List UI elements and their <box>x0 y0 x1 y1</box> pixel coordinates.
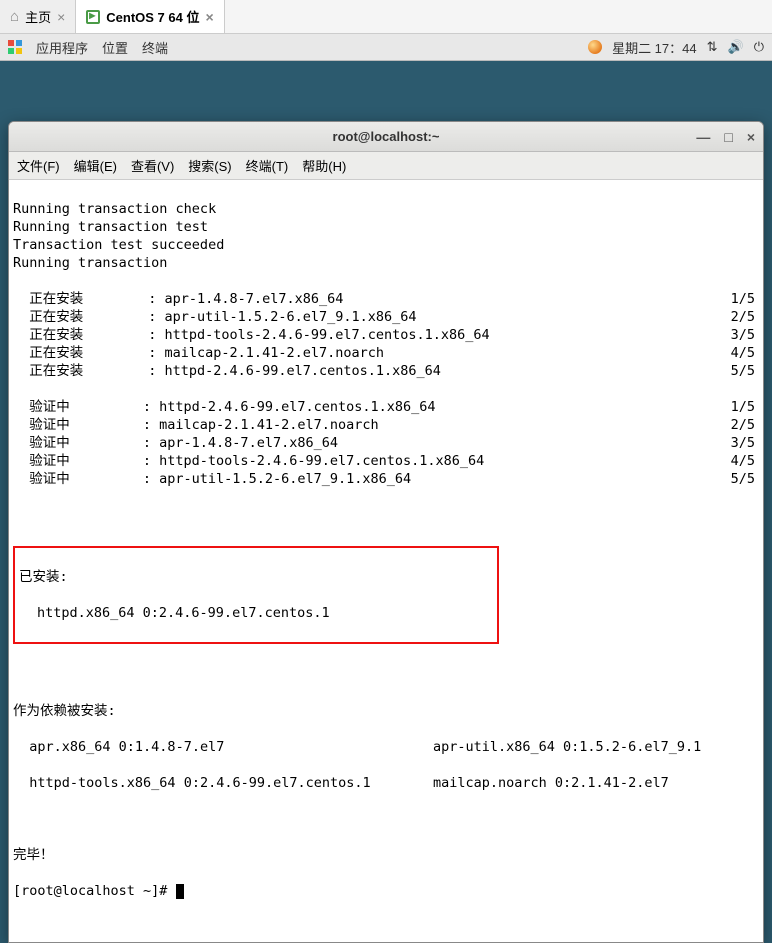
blank-line <box>13 666 759 684</box>
transaction-row: 正在安装 : httpd-2.4.6-99.el7.centos.1.x86_6… <box>13 362 759 380</box>
topbar-terminal[interactable]: 终端 <box>142 38 168 57</box>
installed-package: httpd.x86_64 0:2.4.6-99.el7.centos.1 <box>19 604 493 622</box>
window-title: root@localhost:~ <box>333 129 440 144</box>
vm-tab-bar: ⌂ 主页 × CentOS 7 64 位 × <box>0 0 772 34</box>
vm-tab-centos[interactable]: CentOS 7 64 位 × <box>76 0 224 33</box>
close-icon[interactable]: × <box>205 9 213 25</box>
cursor <box>176 884 184 899</box>
done-line: 完毕！ <box>13 846 759 864</box>
transaction-row: 正在安装 : mailcap-2.1.41-2.el7.noarch4/5 <box>13 344 759 362</box>
vm-tab-home[interactable]: ⌂ 主页 × <box>0 0 76 33</box>
terminal-body[interactable]: Running transaction checkRunning transac… <box>9 180 763 942</box>
gnome-topbar: 应用程序 位置 终端 星期二 17：44 ⇅ 🔊 ⏻ <box>0 34 772 61</box>
output-line: Transaction test succeeded <box>13 236 759 254</box>
blank-line <box>13 506 759 524</box>
menu-search[interactable]: 搜索(S) <box>188 156 231 175</box>
volume-icon[interactable]: 🔊 <box>728 39 744 55</box>
menu-terminal[interactable]: 终端(T) <box>246 156 289 175</box>
transaction-row: 正在安装 : httpd-tools-2.4.6-99.el7.centos.1… <box>13 326 759 344</box>
installed-highlight-box: 已安装: httpd.x86_64 0:2.4.6-99.el7.centos.… <box>13 546 499 644</box>
transaction-row: 验证中 : httpd-2.4.6-99.el7.centos.1.x86_64… <box>13 398 759 416</box>
deps-header: 作为依赖被安装: <box>13 702 759 720</box>
home-icon: ⌂ <box>10 8 19 25</box>
transaction-row: 验证中 : apr-util-1.5.2-6.el7_9.1.x86_645/5 <box>13 470 759 488</box>
terminal-menubar: 文件(F) 编辑(E) 查看(V) 搜索(S) 终端(T) 帮助(H) <box>9 152 763 180</box>
transaction-row: 验证中 : httpd-tools-2.4.6-99.el7.centos.1.… <box>13 452 759 470</box>
topbar-datetime[interactable]: 星期二 17：44 <box>612 38 697 57</box>
transaction-row: 验证中 : apr-1.4.8-7.el7.x86_643/5 <box>13 434 759 452</box>
blank-line <box>13 810 759 828</box>
activities-icon <box>8 40 22 54</box>
vm-icon <box>86 10 100 24</box>
menu-help[interactable]: 帮助(H) <box>302 156 346 175</box>
menu-file[interactable]: 文件(F) <box>17 156 60 175</box>
transaction-row: 正在安装 : apr-util-1.5.2-6.el7_9.1.x86_642/… <box>13 308 759 326</box>
notification-icon[interactable] <box>588 40 602 54</box>
maximize-button[interactable]: □ <box>724 129 732 145</box>
deps-row: apr.x86_64 0:1.4.8-7.el7apr-util.x86_64 … <box>13 738 759 756</box>
terminal-window: root@localhost:~ — □ × 文件(F) 编辑(E) 查看(V)… <box>8 121 764 943</box>
network-icon[interactable]: ⇅ <box>707 39 718 55</box>
output-line: Running transaction <box>13 254 759 272</box>
topbar-applications[interactable]: 应用程序 <box>36 38 88 57</box>
transaction-row: 正在安装 : apr-1.4.8-7.el7.x86_641/5 <box>13 290 759 308</box>
minimize-button[interactable]: — <box>696 129 710 145</box>
close-icon[interactable]: × <box>57 9 65 25</box>
menu-edit[interactable]: 编辑(E) <box>74 156 117 175</box>
deps-row: httpd-tools.x86_64 0:2.4.6-99.el7.centos… <box>13 774 759 792</box>
prompt-line: [root@localhost ~]# <box>13 882 759 900</box>
tab-label: CentOS 7 64 位 <box>106 7 199 26</box>
titlebar[interactable]: root@localhost:~ — □ × <box>9 122 763 152</box>
transaction-row: 验证中 : mailcap-2.1.41-2.el7.noarch2/5 <box>13 416 759 434</box>
power-icon[interactable]: ⏻ <box>754 39 764 55</box>
topbar-places[interactable]: 位置 <box>102 38 128 57</box>
desktop: root@localhost:~ — □ × 文件(F) 编辑(E) 查看(V)… <box>0 61 772 622</box>
output-line: Running transaction check <box>13 200 759 218</box>
close-button[interactable]: × <box>747 129 755 145</box>
installed-header: 已安装: <box>19 568 493 586</box>
menu-view[interactable]: 查看(V) <box>131 156 174 175</box>
tab-label: 主页 <box>25 7 51 26</box>
output-line: Running transaction test <box>13 218 759 236</box>
